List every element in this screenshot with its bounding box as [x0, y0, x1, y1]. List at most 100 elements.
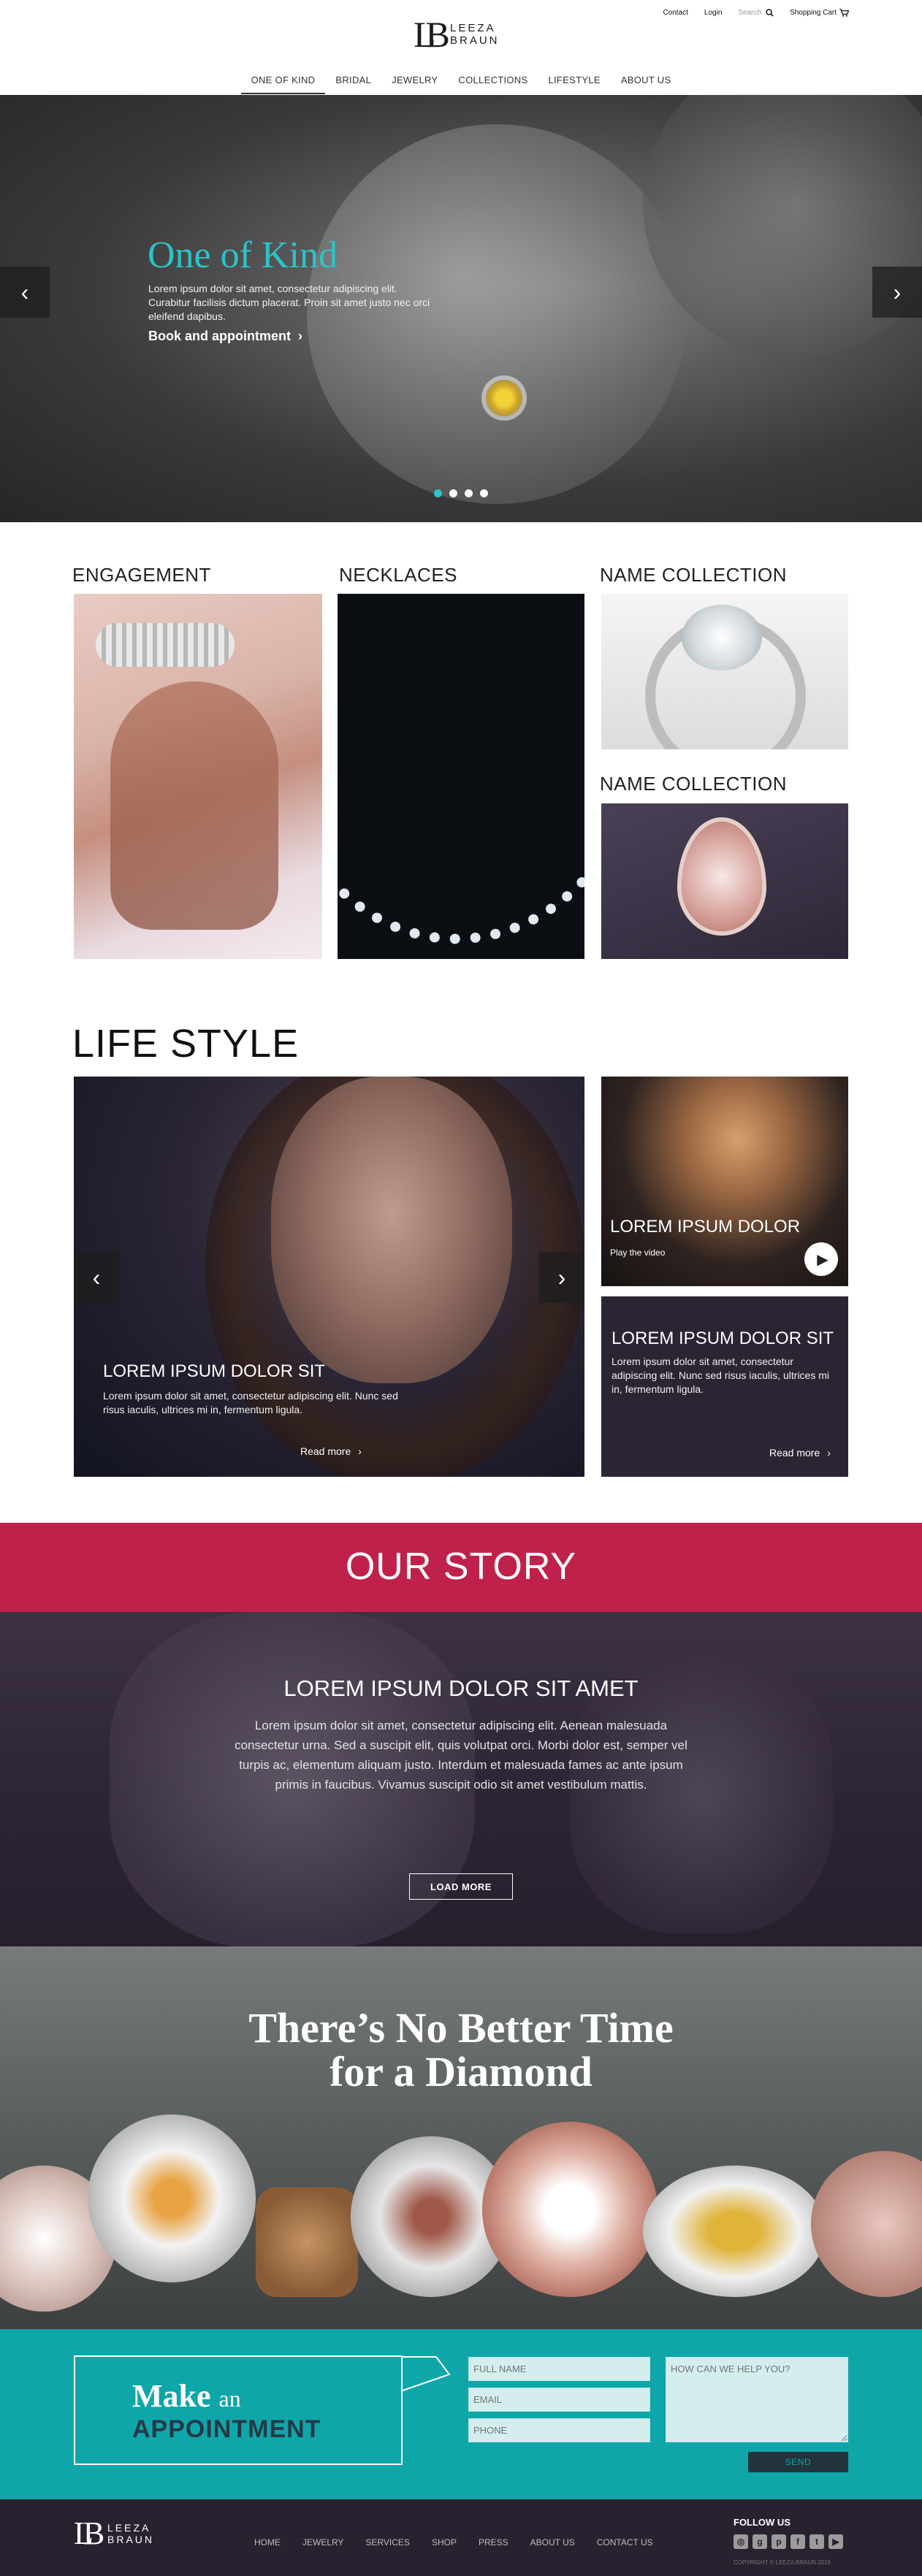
hero-next-button[interactable]: ›: [872, 267, 922, 318]
shopping-cart-link[interactable]: Shopping Cart: [790, 9, 849, 17]
chevron-left-icon: ‹: [20, 278, 29, 305]
follow-us-heading: FOLLOW US: [734, 2517, 790, 2528]
send-button[interactable]: SEND: [748, 2452, 848, 2472]
play-button[interactable]: ▶: [804, 1242, 838, 1276]
slider-dot[interactable]: [480, 489, 488, 497]
footer-nav: HOME JEWELRY SERVICES SHOP PRESS ABOUT U…: [254, 2537, 653, 2548]
ring-image: [811, 2151, 922, 2297]
lifestyle-main-title: LOREM IPSUM DOLOR SIT: [103, 1361, 326, 1381]
message-field[interactable]: [666, 2357, 848, 2442]
instagram-icon[interactable]: ◎: [734, 2534, 748, 2549]
our-story-banner: OUR STORY: [0, 1523, 922, 1612]
card-text: Lorem ipsum dolor sit amet, consectetur …: [612, 1356, 829, 1395]
nav-one-of-kind[interactable]: ONE OF KIND: [240, 70, 326, 94]
main-nav: ONE OF KIND BRIDAL JEWELRY COLLECTIONS L…: [0, 70, 922, 94]
engagement-heading: ENGAGEMENT: [72, 564, 211, 586]
engagement-tile[interactable]: [74, 594, 322, 959]
lifestyle-heading: LIFE STYLE: [72, 1022, 300, 1066]
nav-jewelry[interactable]: JEWELRY: [381, 70, 448, 94]
diamond-banner: There’s No Better Time for a Diamond: [0, 1946, 922, 2329]
site-footer: LB LEEZA BRAUN HOME JEWELRY SERVICES SHO…: [0, 2499, 922, 2576]
hero-slider: One of Kind Lorem ipsum dolor sit amet, …: [0, 95, 922, 522]
callout-pointer: [403, 2356, 451, 2391]
bracelet-image: [96, 623, 235, 667]
logo-mark: LB: [74, 2515, 104, 2551]
brand-logo[interactable]: LB LEEZA BRAUN: [414, 13, 508, 56]
googleplus-icon[interactable]: g: [753, 2534, 767, 2549]
chevron-left-icon: ‹: [92, 1264, 101, 1291]
footer-nav-press[interactable]: PRESS: [479, 2537, 508, 2548]
logo-line-1: LEEZA: [450, 22, 496, 34]
chevron-right-icon: ›: [298, 329, 302, 343]
slider-dot[interactable]: [449, 489, 457, 497]
nav-bridal[interactable]: BRIDAL: [325, 70, 381, 94]
youtube-icon[interactable]: ▶: [828, 2534, 843, 2549]
nav-about-us[interactable]: ABOUT US: [611, 70, 682, 94]
footer-nav-jewelry[interactable]: JEWELRY: [302, 2537, 343, 2548]
ring-image: [643, 2166, 826, 2297]
card-read-more-link[interactable]: Read more ›: [769, 1447, 831, 1459]
contact-link[interactable]: Contact: [663, 9, 687, 17]
logo-line-2: BRAUN: [450, 34, 500, 47]
lifestyle-slider: ‹ › LOREM IPSUM DOLOR SIT Lorem ipsum do…: [74, 1077, 584, 1477]
twitter-icon[interactable]: t: [809, 2534, 824, 2549]
book-appointment-link[interactable]: Book and appointment ›: [148, 329, 302, 344]
logo-text: LEEZA BRAUN: [450, 22, 500, 47]
necklaces-tile[interactable]: [338, 594, 584, 959]
play-icon: ▶: [817, 1251, 828, 1268]
nav-collections[interactable]: COLLECTIONS: [448, 70, 538, 94]
lifestyle-prev-button[interactable]: ‹: [74, 1252, 119, 1303]
slider-dot[interactable]: [434, 489, 442, 497]
story-title: LOREM IPSUM DOLOR SIT AMET: [283, 1675, 639, 1701]
full-name-field[interactable]: [468, 2357, 650, 2381]
logo-line-1: LEEZA: [107, 2522, 151, 2534]
hero-prev-button[interactable]: ‹: [0, 267, 50, 318]
our-story-section: LOREM IPSUM DOLOR SIT AMET Lorem ipsum d…: [0, 1612, 922, 1946]
pink-pear-ring-image: [682, 822, 762, 931]
video-title: LOREM IPSUM DOLOR: [610, 1217, 801, 1237]
load-more-button[interactable]: LOAD MORE: [409, 1873, 513, 1900]
diamond-necklace-image: [338, 594, 584, 959]
read-more-label: Read more: [769, 1447, 820, 1459]
lifestyle-main-text: Lorem ipsum dolor sit amet, consectetur …: [103, 1390, 398, 1415]
our-story-heading: OUR STORY: [345, 1545, 577, 1588]
logo-text: LEEZA BRAUN: [107, 2522, 154, 2545]
footer-logo[interactable]: LB LEEZA BRAUN: [74, 2518, 154, 2550]
footer-nav-about-us[interactable]: ABOUT US: [530, 2537, 575, 2548]
name-collection-heading: NAME COLLECTION: [600, 564, 787, 586]
ring-image: [256, 2187, 358, 2297]
footer-nav-contact-us[interactable]: CONTACT US: [597, 2537, 653, 2548]
copyright: COPYRIGHT © LEEZA BRAUN 2016: [734, 2559, 831, 2566]
read-more-link[interactable]: Read more ›: [300, 1445, 362, 1457]
hero-text: Lorem ipsum dolor sit amet, consectetur …: [148, 283, 430, 322]
ring-image: [88, 2114, 256, 2282]
search-box[interactable]: Search: [738, 9, 774, 17]
search-input[interactable]: Search: [738, 9, 761, 17]
lifestyle-next-button[interactable]: ›: [539, 1252, 584, 1303]
footer-nav-services[interactable]: SERVICES: [365, 2537, 409, 2548]
email-field[interactable]: [468, 2388, 650, 2412]
slider-dot[interactable]: [465, 489, 473, 497]
hand-with-ring-image: [110, 681, 278, 930]
appointment-word: APPOINTMENT: [132, 2415, 321, 2443]
phone-field[interactable]: [468, 2418, 650, 2442]
nav-lifestyle[interactable]: LIFESTYLE: [538, 70, 610, 94]
lifestyle-video-tile[interactable]: LOREM IPSUM DOLOR Play the video ▶: [601, 1077, 848, 1286]
logo-mark: LB: [414, 14, 450, 55]
chevron-right-icon: ›: [358, 1445, 362, 1457]
name-collection-heading-2: NAME COLLECTION: [600, 773, 787, 795]
card-title: LOREM IPSUM DOLOR SIT: [612, 1329, 834, 1348]
footer-nav-home[interactable]: HOME: [254, 2537, 281, 2548]
cart-label: Shopping Cart: [790, 9, 837, 17]
pinterest-icon[interactable]: p: [771, 2534, 786, 2549]
login-link[interactable]: Login: [704, 9, 722, 17]
name-collection-tile-2[interactable]: [601, 803, 848, 959]
footer-nav-shop[interactable]: SHOP: [432, 2537, 457, 2548]
facebook-icon[interactable]: f: [790, 2534, 805, 2549]
search-icon[interactable]: [766, 9, 774, 17]
name-collection-tile[interactable]: [601, 594, 848, 749]
site-header: LB LEEZA BRAUN Contact Login Search Shop…: [0, 0, 922, 95]
video-subtitle: Play the video: [610, 1247, 666, 1258]
diamond-heading: There’s No Better Time for a Diamond: [0, 2006, 922, 2094]
social-links: ◎ g p f t ▶: [734, 2534, 843, 2549]
